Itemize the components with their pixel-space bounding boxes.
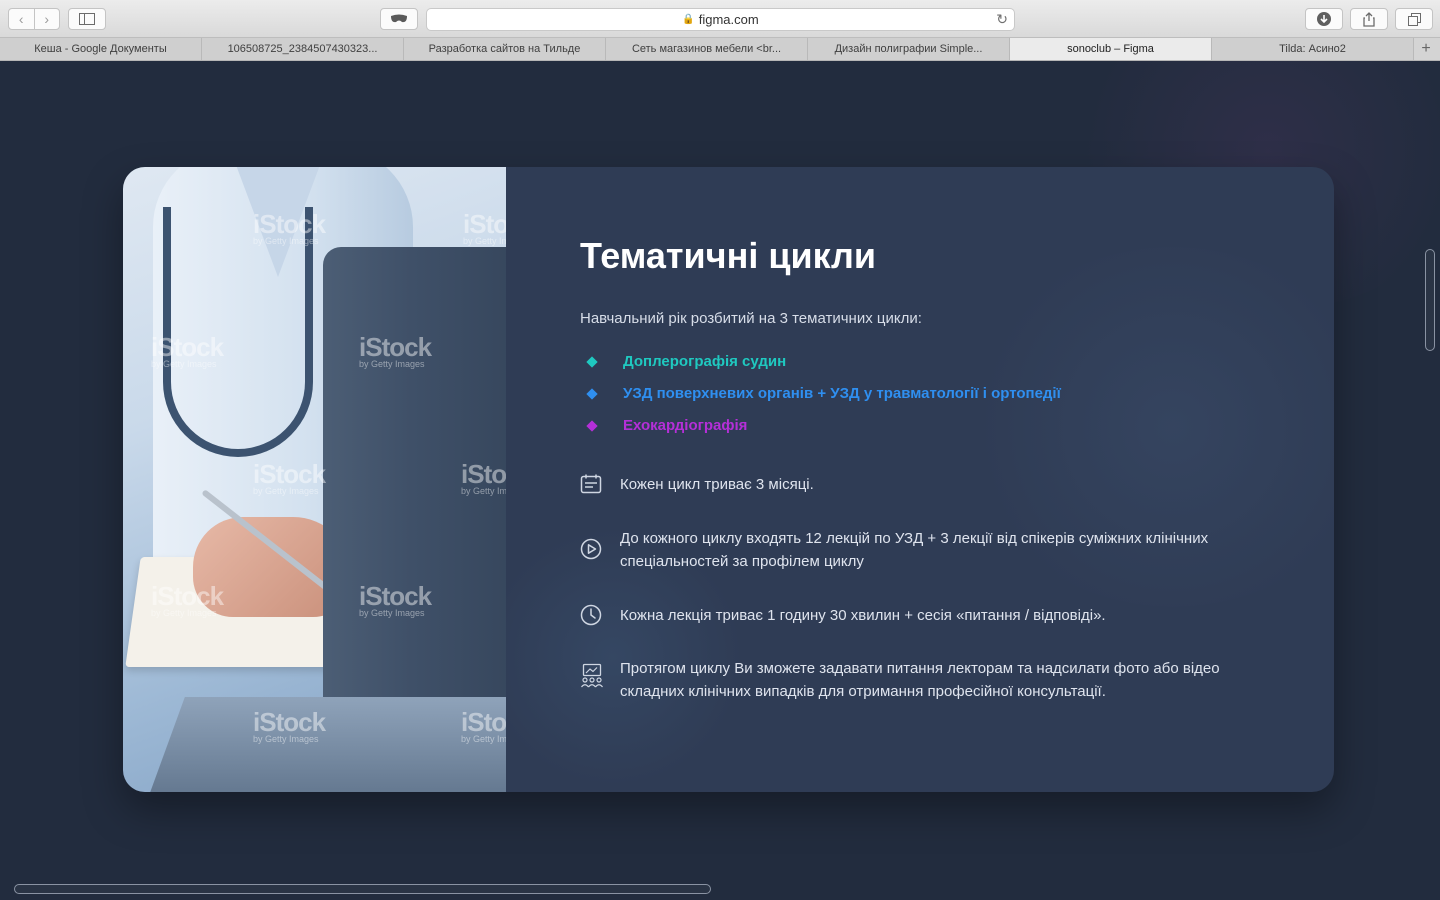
- cycle-item: Доплерографія судин: [580, 353, 786, 370]
- watermark: iStockby Getty Images: [151, 581, 224, 618]
- feature-item: До кожного циклу входять 12 лекцій по УЗ…: [580, 527, 1220, 573]
- section-title: Тематичні цикли: [580, 235, 877, 276]
- cycle-label: УЗД поверхневих органів + УЗД у травмато…: [623, 385, 1061, 402]
- download-icon: [1317, 12, 1331, 26]
- presentation-group-icon: [581, 663, 603, 688]
- diamond-bullet-icon: [586, 355, 598, 368]
- address-text: figma.com: [698, 12, 759, 27]
- feature-text: До кожного циклу входять 12 лекцій по УЗ…: [620, 530, 1209, 570]
- thematic-cycles-card: iStockby Getty Images iStockby Getty Ima…: [123, 167, 1334, 792]
- watermark: iStockby Getty Images: [461, 707, 506, 744]
- watermark: iStockby Getty Images: [359, 581, 432, 618]
- feature-text: Кожен цикл триває 3 місяці.: [620, 476, 814, 493]
- browser-tab[interactable]: Сеть магазинов мебели <br...: [606, 38, 808, 60]
- lock-icon: 🔒: [682, 14, 695, 25]
- browser-toolbar: ‹ › 🔒 figma.com ↻: [0, 0, 1440, 38]
- tab-overview-button[interactable]: [1395, 8, 1433, 30]
- browser-tab-active[interactable]: sonoclub – Figma: [1010, 38, 1212, 60]
- browser-tab[interactable]: Tilda: Асино2: [1212, 38, 1414, 60]
- cycle-label: Ехокардіографія: [623, 417, 748, 434]
- share-icon: [1363, 11, 1375, 27]
- section-intro: Навчальний рік розбитий на 3 тематичних …: [580, 310, 922, 327]
- feature-text: Кожна лекція триває 1 годину 30 хвилин +…: [620, 607, 1106, 624]
- feature-item: Кожен цикл триває 3 місяці.: [580, 473, 1220, 496]
- feature-text: Протягом циклу Ви зможете задавати питан…: [620, 660, 1220, 700]
- tabs-icon: [1407, 12, 1421, 26]
- cycle-item: УЗД поверхневих органів + УЗД у травмато…: [580, 385, 1061, 402]
- cycle-label: Доплерографія судин: [623, 353, 787, 370]
- watermark: iStockby Getty Images: [359, 332, 432, 369]
- browser-tab[interactable]: 106508725_2384507430323...: [202, 38, 404, 60]
- cycle-item: Ехокардіографія: [580, 417, 747, 434]
- forward-button[interactable]: ›: [35, 9, 60, 29]
- doctor-photo: iStockby Getty Images iStockby Getty Ima…: [123, 167, 506, 792]
- back-button[interactable]: ‹: [9, 9, 35, 29]
- clock-icon: [580, 604, 602, 626]
- share-button[interactable]: [1350, 8, 1388, 30]
- browser-tab[interactable]: Кеша - Google Документы: [0, 38, 202, 60]
- watermark: iStockby Getty Images: [151, 332, 224, 369]
- watermark: iStockby Getty Images: [253, 209, 326, 246]
- reload-icon[interactable]: ↻: [996, 11, 1008, 28]
- watermark: iStockby Getty Images: [253, 707, 326, 744]
- vertical-scrollbar[interactable]: [1425, 249, 1435, 351]
- watermark: iStockby Getty Images: [463, 209, 506, 246]
- tab-bar: Кеша - Google Документы 106508725_238450…: [0, 38, 1440, 61]
- mask-icon: [391, 14, 407, 23]
- diamond-bullet-icon: [586, 419, 598, 432]
- card-content: Тематичні цикли Навчальний рік розбитий …: [580, 167, 1260, 792]
- sidebar-toggle-button[interactable]: [68, 8, 106, 30]
- new-tab-button[interactable]: +: [1414, 38, 1438, 60]
- downloads-button[interactable]: [1305, 8, 1343, 30]
- play-icon: [580, 538, 602, 560]
- calendar-icon: [580, 474, 602, 494]
- watermark: iStockby Getty Images: [253, 459, 326, 496]
- browser-tab[interactable]: Дизайн полиграфии Simple...: [808, 38, 1010, 60]
- diamond-bullet-icon: [586, 387, 598, 400]
- private-browsing-button[interactable]: [380, 8, 418, 30]
- feature-item: Протягом циклу Ви зможете задавати питан…: [580, 657, 1220, 703]
- history-nav: ‹ ›: [8, 8, 60, 30]
- watermark: iStockby Getty Images: [461, 459, 506, 496]
- sidebar-icon: [79, 13, 95, 25]
- browser-tab[interactable]: Разработка сайтов на Тильде: [404, 38, 606, 60]
- horizontal-scrollbar[interactable]: [14, 884, 711, 894]
- feature-item: Кожна лекція триває 1 годину 30 хвилин +…: [580, 604, 1220, 627]
- page-canvas: iStockby Getty Images iStockby Getty Ima…: [0, 61, 1440, 900]
- address-bar[interactable]: 🔒 figma.com ↻: [426, 8, 1015, 31]
